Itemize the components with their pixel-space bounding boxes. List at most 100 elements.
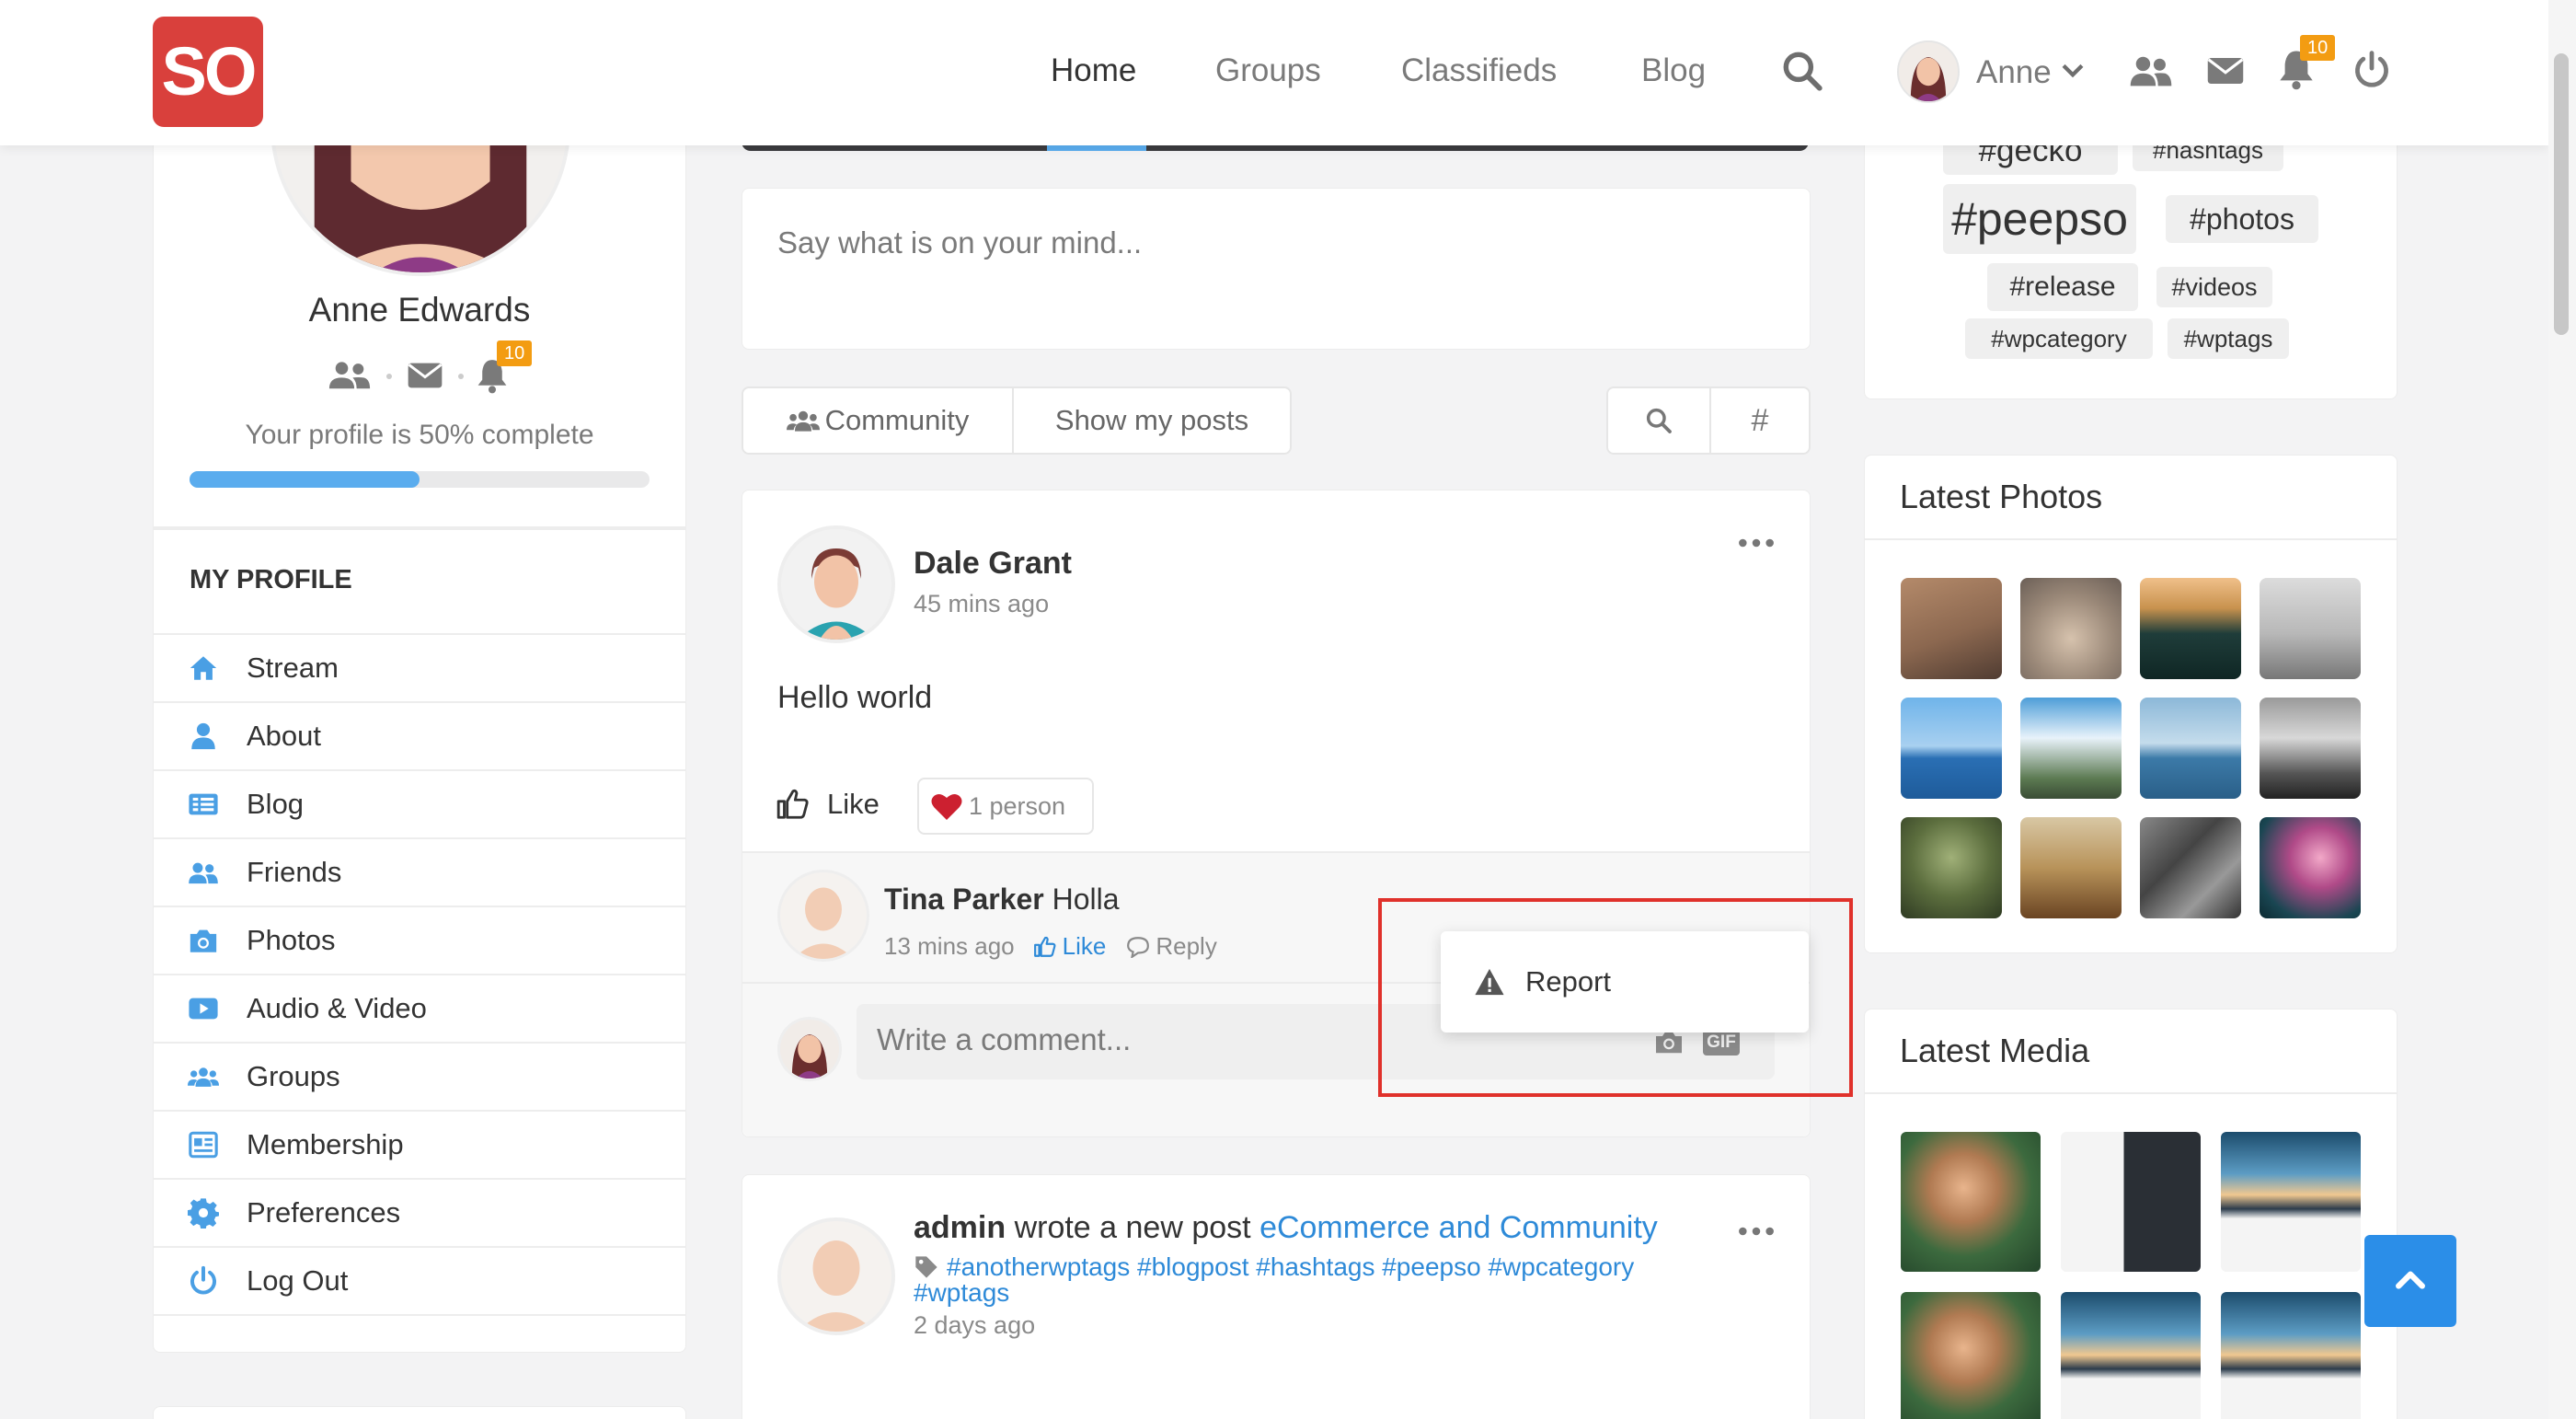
highlight-box	[1378, 898, 1853, 1097]
photo-thumbnail[interactable]	[1901, 578, 2002, 679]
sidebar-item-label: Membership	[247, 1128, 404, 1160]
thumbs-up-icon	[776, 789, 809, 819]
commenter-avatar[interactable]	[777, 1017, 842, 1081]
sidebar-item-membership[interactable]: Membership	[153, 1110, 686, 1178]
post-body: Hello world	[777, 680, 933, 715]
comment-input-placeholder: Write a comment...	[877, 1022, 1132, 1056]
hashtag-wpcategory[interactable]: #wpcategory	[1965, 318, 2153, 359]
profile-friends-icon[interactable]	[328, 359, 372, 390]
post-link[interactable]: eCommerce and Community	[1259, 1210, 1658, 1245]
camera-icon	[188, 925, 219, 956]
hashtag-photos[interactable]: #photos	[2166, 195, 2318, 243]
photo-thumbnail[interactable]	[2140, 698, 2241, 799]
media-thumbnail[interactable]	[1901, 1132, 2041, 1272]
media-thumbnail[interactable]	[2061, 1132, 2201, 1272]
sidebar-item-label: About	[247, 720, 322, 752]
community-filter-button[interactable]: Community	[742, 386, 1014, 455]
nav-classifieds[interactable]: Classifieds	[1401, 48, 1557, 94]
comment-author-avatar[interactable]	[777, 870, 869, 962]
photo-thumbnail[interactable]	[2140, 817, 2241, 918]
media-thumbnail[interactable]	[2061, 1292, 2201, 1419]
nav-blog[interactable]: Blog	[1641, 48, 1706, 94]
profile-name[interactable]: Anne Edwards	[153, 291, 686, 329]
photo-thumbnail[interactable]	[1901, 817, 2002, 918]
separator-dot	[386, 374, 392, 379]
post-options-icon[interactable]	[1738, 536, 1775, 555]
reactions-summary[interactable]: 1 person	[917, 778, 1094, 835]
sidebar-item-about[interactable]: About	[153, 701, 686, 769]
hashtag-filter-button[interactable]: #	[1709, 386, 1811, 455]
header-avatar[interactable]	[1897, 40, 1960, 103]
sidebar-item-friends[interactable]: Friends	[153, 837, 686, 906]
show-my-posts-button[interactable]: Show my posts	[1012, 386, 1292, 455]
comment-reply-button[interactable]: Reply	[1126, 932, 1217, 961]
comment-author-name[interactable]: Tina Parker	[884, 883, 1044, 916]
list-icon	[188, 789, 219, 820]
profile-completion-bar	[190, 471, 650, 488]
photo-thumbnail[interactable]	[2260, 578, 2361, 679]
sidebar-item-audio-video[interactable]: Audio & Video	[153, 974, 686, 1042]
hashtag-release[interactable]: #release	[1987, 263, 2138, 311]
post-author-avatar[interactable]	[777, 1217, 895, 1335]
sidebar-item-blog[interactable]: Blog	[153, 769, 686, 837]
composer-placeholder[interactable]: Say what is on your mind...	[777, 225, 1142, 260]
top-header: SO Home Groups Classifieds Blog Anne 10	[0, 0, 2548, 145]
photo-thumbnail[interactable]	[2020, 578, 2122, 679]
users-icon	[188, 857, 219, 888]
media-thumbnail[interactable]	[2221, 1292, 2361, 1419]
mail-icon[interactable]	[2206, 52, 2245, 90]
header-user-name[interactable]: Anne	[1976, 50, 2052, 96]
photo-thumbnail[interactable]	[2260, 817, 2361, 918]
post-timestamp[interactable]: 2 days ago	[914, 1311, 1035, 1340]
site-logo[interactable]: SO	[153, 17, 263, 127]
photo-thumbnail[interactable]	[2260, 698, 2361, 799]
post-author-name[interactable]: admin	[914, 1210, 1006, 1245]
sidebar-item-photos[interactable]: Photos	[153, 906, 686, 974]
post-composer[interactable]: Say what is on your mind...	[742, 188, 1811, 350]
profile-mail-icon[interactable]	[407, 361, 443, 390]
scroll-to-top-button[interactable]	[2364, 1235, 2456, 1327]
power-icon[interactable]	[2352, 50, 2392, 90]
chevron-down-icon[interactable]	[2057, 55, 2088, 87]
post-card: admin wrote a new post eCommerce and Com…	[742, 1174, 1811, 1419]
post-author-avatar[interactable]	[777, 525, 895, 643]
sidebar-item-groups[interactable]: Groups	[153, 1042, 686, 1110]
nav-home[interactable]: Home	[1051, 48, 1136, 94]
profile-completion-fill	[190, 471, 420, 488]
user-icon	[188, 721, 219, 752]
photo-thumbnail[interactable]	[2020, 698, 2122, 799]
post-tags-line1[interactable]: #anotherwptags #blogpost #hashtags #peep…	[947, 1252, 1634, 1282]
photo-thumbnail[interactable]	[2140, 578, 2241, 679]
page-scrollbar-thumb[interactable]	[2554, 53, 2569, 335]
post-timestamp[interactable]: 45 mins ago	[914, 590, 1049, 618]
post-tags-line2[interactable]: #wptags	[914, 1278, 1009, 1308]
search-icon[interactable]	[1779, 48, 1825, 94]
sidebar-item-preferences[interactable]: Preferences	[153, 1178, 686, 1246]
photo-thumbnail[interactable]	[2020, 817, 2122, 918]
sidebar-item-label: Stream	[247, 652, 339, 684]
comment-timestamp[interactable]: 13 mins ago	[884, 932, 1015, 961]
friends-icon[interactable]	[2129, 50, 2173, 94]
like-label: Like	[827, 788, 880, 820]
nav-groups[interactable]: Groups	[1215, 48, 1321, 94]
post-options-icon[interactable]	[1738, 1225, 1775, 1243]
divider	[1865, 1092, 2397, 1094]
feed-search-button[interactable]	[1606, 386, 1711, 455]
sidebar-item-log-out[interactable]: Log Out	[153, 1246, 686, 1314]
latest-media-title: Latest Media	[1900, 1032, 2090, 1069]
hashtag-wptags[interactable]: #wptags	[2168, 318, 2289, 359]
photo-thumbnail[interactable]	[1901, 698, 2002, 799]
post-author-name[interactable]: Dale Grant	[914, 546, 1072, 582]
sidebar-item-stream[interactable]: Stream	[153, 633, 686, 701]
media-thumbnail[interactable]	[2221, 1132, 2361, 1272]
hashtag-videos[interactable]: #videos	[2156, 267, 2272, 307]
comment-like-label: Like	[1062, 932, 1107, 960]
comment-like-button[interactable]: Like	[1033, 932, 1107, 961]
hashtag-peepso[interactable]: #peepso	[1943, 184, 2136, 254]
post-action-text: wrote a new post	[1014, 1210, 1251, 1245]
latest-photos-title: Latest Photos	[1900, 478, 2103, 515]
media-thumbnail[interactable]	[1901, 1292, 2041, 1419]
video-icon	[188, 993, 219, 1024]
like-button[interactable]: Like	[776, 787, 880, 822]
home-icon	[188, 652, 219, 684]
